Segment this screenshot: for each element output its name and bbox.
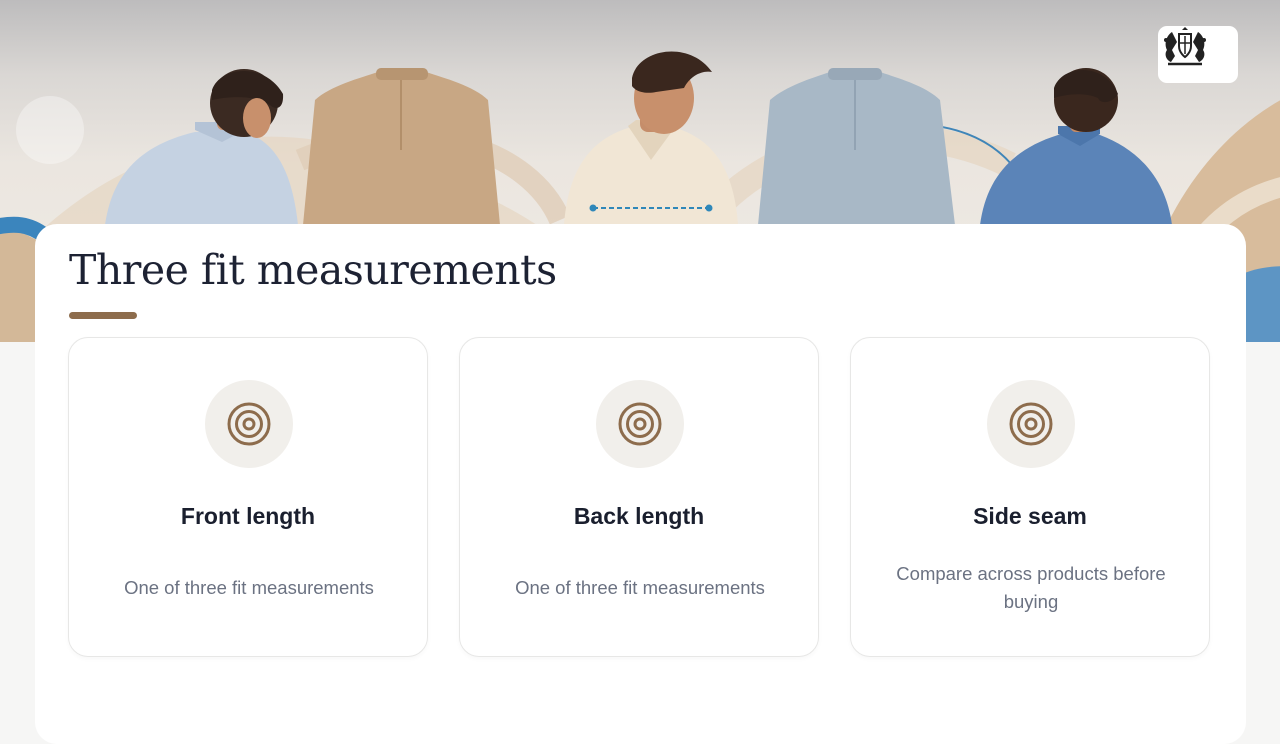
card-description: Compare across products before buying [896, 563, 1166, 612]
card-side-seam[interactable]: Side seam Compare across products before… [850, 337, 1210, 657]
card-icon-badge [987, 380, 1075, 468]
brand-logo[interactable] [1158, 26, 1238, 83]
card-description: One of three fit measurements [515, 577, 765, 598]
card-title: Back length [573, 503, 705, 529]
target-icon [1009, 402, 1053, 446]
card-description: One of three fit measurements [124, 577, 374, 598]
card-icon-badge [205, 380, 293, 468]
card-back-length[interactable]: Back length One of three fit measurement… [459, 337, 819, 657]
card-icon-badge [596, 380, 684, 468]
title-underline [69, 312, 137, 319]
section-title: Three fit measurements [69, 246, 557, 294]
heraldic-crest-icon [1164, 27, 1206, 66]
card-title: Side seam [973, 503, 1087, 529]
target-icon [618, 402, 662, 446]
card-front-length[interactable]: Front length One of three fit measuremen… [68, 337, 428, 657]
target-icon [227, 402, 271, 446]
card-title: Front length [180, 503, 316, 529]
